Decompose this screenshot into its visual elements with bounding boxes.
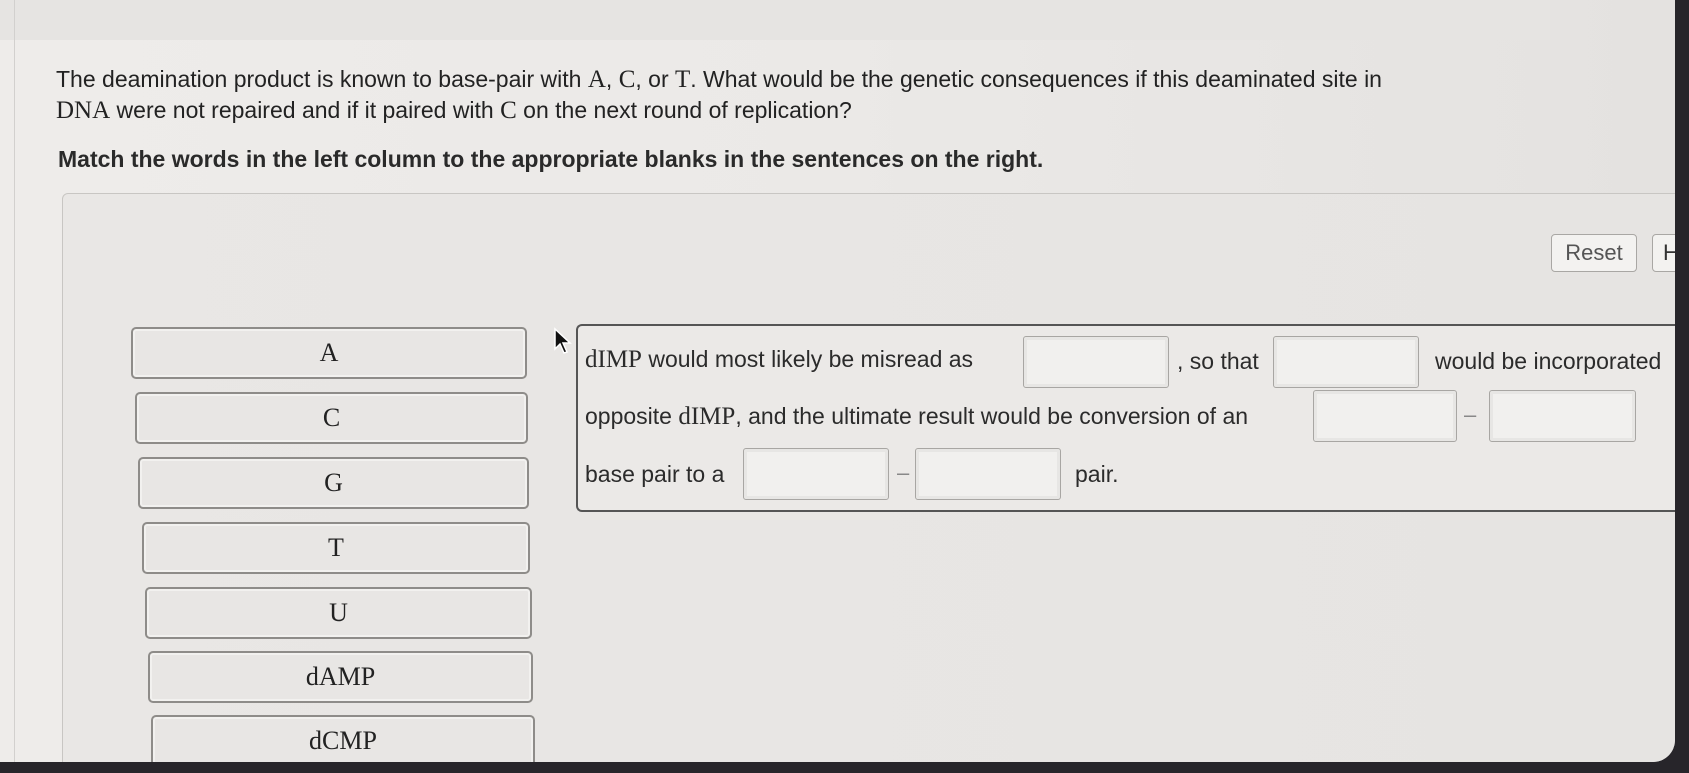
sentence-line-1b: , so that (1177, 348, 1259, 374)
sentence-line-3: base pair to a (585, 461, 725, 487)
mouse-pointer-icon (554, 327, 572, 354)
blank-3[interactable] (1313, 390, 1457, 442)
question-text: The deamination product is known to base… (56, 66, 1382, 124)
screen: The deamination product is known to base… (0, 0, 1675, 762)
blank-5[interactable] (743, 448, 889, 500)
left-border (14, 0, 15, 762)
word-tile-c[interactable]: C (135, 392, 528, 444)
sentence-line-2: opposite dIMP, and the ultimate result w… (585, 403, 1249, 430)
help-button[interactable]: H (1652, 234, 1675, 272)
sentence-line-1: dIMP would most likely be misread as (585, 346, 974, 373)
sentence-line-1c: would be incorporated (1435, 348, 1662, 374)
blank-6[interactable] (915, 448, 1061, 500)
word-tile-damp[interactable]: dAMP (148, 651, 533, 703)
pair-dash: – (1464, 402, 1477, 427)
sentence-line-3b: pair. (1075, 461, 1119, 487)
blank-2[interactable] (1273, 336, 1419, 388)
word-tile-t[interactable]: T (142, 522, 530, 574)
word-tile-a[interactable]: A (131, 327, 527, 379)
top-strip (0, 0, 1550, 40)
blank-1[interactable] (1023, 336, 1169, 388)
word-tile-u[interactable]: U (145, 587, 532, 639)
pair-dash: – (897, 460, 910, 485)
instruction-text: Match the words in the left column to th… (58, 146, 1044, 172)
blank-4[interactable] (1489, 390, 1636, 442)
reset-button[interactable]: Reset (1551, 234, 1637, 272)
word-tile-dcmp[interactable]: dCMP (151, 715, 535, 762)
word-tile-g[interactable]: G (138, 457, 529, 509)
